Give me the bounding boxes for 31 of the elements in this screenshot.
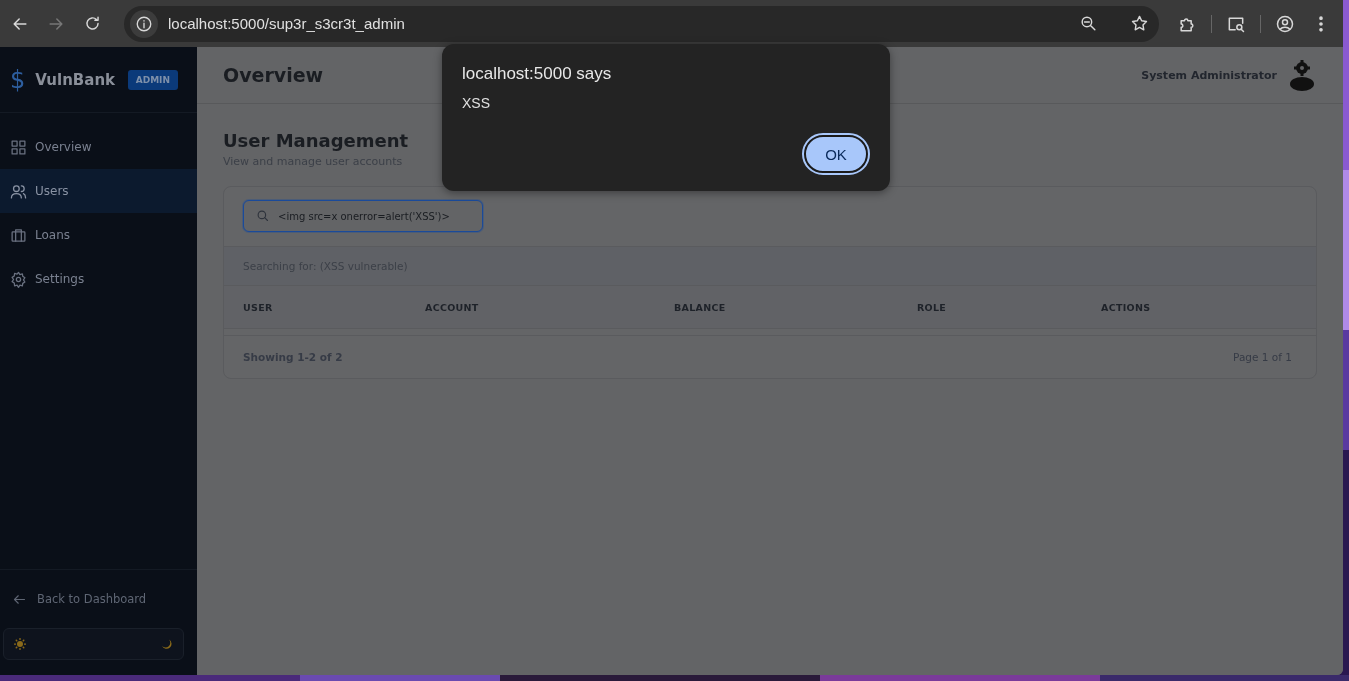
sidebar-item[interactable]: Loans [0, 213, 197, 257]
column-header: ACCOUNT [425, 301, 480, 313]
search-field[interactable]: <img src=x onerror=alert('XSS')> [243, 200, 483, 232]
brand-name: VulnBank [35, 70, 117, 89]
briefcase-icon [10, 226, 27, 244]
dialog-title: localhost:5000 says [462, 64, 613, 84]
column-header: BALANCE [674, 301, 727, 313]
search-icon [255, 208, 270, 223]
page-title: Overview [223, 64, 324, 86]
column-header: ROLE [917, 301, 948, 313]
sidebar-item[interactable]: Settings [0, 257, 197, 301]
bookmark-star-icon[interactable] [1130, 14, 1149, 33]
user-name: System Administrator [1141, 68, 1277, 82]
dollar-logo: $ [10, 65, 26, 94]
section-title: User Management [223, 130, 410, 151]
profile-icon[interactable] [1275, 13, 1295, 34]
column-header: USER [243, 301, 274, 313]
grid-icon [10, 138, 27, 156]
settings-icon [10, 270, 27, 288]
info-icon[interactable] [135, 14, 153, 33]
column-header: ACTIONS [1101, 301, 1152, 313]
theme-toggle[interactable] [3, 628, 184, 660]
sidebar-item[interactable]: Users [0, 169, 197, 213]
sun-icon [14, 638, 26, 650]
ok-button[interactable]: OK [804, 135, 868, 173]
admin-avatar-icon[interactable] [1287, 59, 1317, 91]
users-icon [10, 182, 27, 200]
sidebar-item[interactable]: Overview [0, 125, 197, 169]
zoom-out-icon[interactable] [1079, 14, 1098, 33]
admin-badge: ADMIN [127, 69, 178, 90]
dialog-message: XSS [462, 95, 491, 111]
